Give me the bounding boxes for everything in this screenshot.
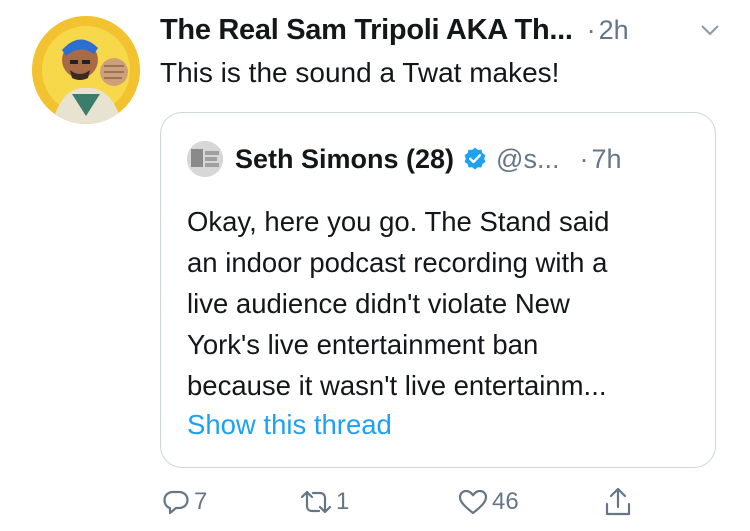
quoted-author-name: Seth Simons (28) (235, 143, 455, 174)
reply-button[interactable]: 7 (162, 482, 207, 522)
share-button[interactable] (604, 482, 632, 522)
reply-icon (163, 490, 189, 515)
separator-dot: · (579, 143, 589, 174)
separator-dot: · (586, 14, 596, 45)
heart-icon (458, 489, 488, 515)
quoted-text-line: Okay, here you go. The Stand said (187, 206, 610, 237)
quoted-text-line: because it wasn't live entertainm... (187, 370, 607, 401)
show-thread-link[interactable]: Show this thread (187, 409, 392, 441)
chevron-down-icon[interactable] (698, 18, 722, 42)
quoted-author-avatar (187, 141, 223, 177)
retweet-count: 1 (336, 488, 350, 515)
retweet-icon (300, 490, 332, 514)
quoted-text-line: live audience didn't violate New (187, 288, 570, 319)
quoted-text-line: York's live entertainment ban (187, 329, 539, 360)
quoted-author-handle: @s... (496, 143, 560, 174)
like-count: 46 (492, 488, 519, 515)
share-icon (605, 487, 631, 516)
tweet-header: The Real Sam Tripoli AKA Th... · 2h (160, 10, 730, 50)
tweet-timestamp[interactable]: 2h (599, 15, 629, 46)
tweet-text: This is the sound a Twat makes! (160, 57, 560, 88)
author-name[interactable]: The Real Sam Tripoli AKA Th... (160, 14, 573, 47)
quoted-tweet-text: Okay, here you go. The Stand said an ind… (187, 201, 702, 406)
quoted-tweet-timestamp: 7h (591, 143, 622, 174)
quoted-text-line: an indoor podcast recording with a (187, 247, 608, 278)
tweet-action-bar: 7 1 46 (160, 482, 720, 522)
reply-count: 7 (194, 488, 208, 515)
quoted-tweet-header: Seth Simons (28) @s... · 7h (235, 139, 622, 179)
like-button[interactable]: 46 (458, 482, 519, 522)
quoted-tweet-card[interactable]: Seth Simons (28) @s... · 7h Okay, here y… (160, 112, 716, 468)
verified-badge-icon (464, 147, 486, 170)
author-avatar[interactable] (32, 16, 140, 124)
retweet-button[interactable]: 1 (300, 482, 349, 522)
